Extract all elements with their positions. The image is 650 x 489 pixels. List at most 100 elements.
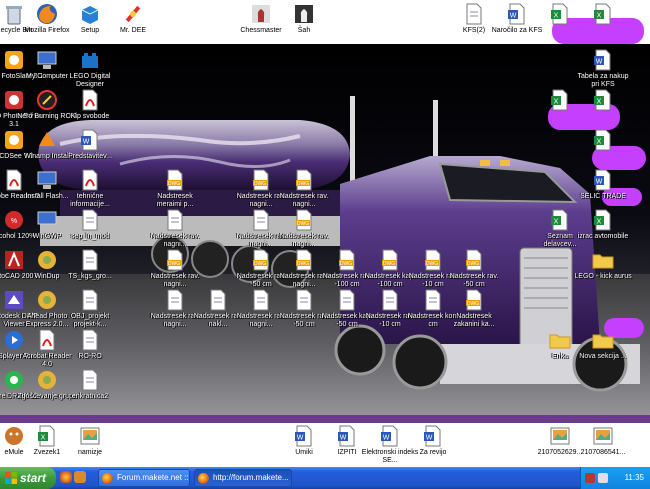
enka-icon [549, 334, 571, 349]
desktop-icon[interactable]: Kip svobode [60, 88, 120, 121]
desktop-icon-label: Naročilo za KFS [491, 27, 543, 34]
svg-text:DWG: DWG [168, 181, 180, 187]
desktop-icon[interactable]: W SELIĆ TRADE [573, 168, 633, 201]
desktop-icon[interactable]: LEGO - kick aurus [573, 248, 633, 281]
excel-top-2-icon: X [594, 3, 611, 25]
start-button[interactable]: start [0, 467, 56, 489]
svg-text:X: X [554, 13, 559, 20]
excel-top-1-icon: X [551, 3, 568, 25]
lego-digital-designer-icon [82, 53, 98, 68]
desktop-icon-label: Nadstresek zakanini ka... [453, 313, 495, 328]
taskbar-button-forum[interactable]: Forum.makete.net :: ... [98, 469, 190, 487]
desktop-icon-label: Predstavitev... [68, 153, 112, 160]
my-computer-icon [37, 51, 57, 69]
tray-antivirus-icon[interactable] [585, 473, 595, 483]
desktop-icon[interactable]: W Tabela za nakup pri KFS [573, 48, 633, 89]
desktop-icon[interactable]: tehnične informacije... [60, 168, 120, 209]
svg-text:X: X [597, 13, 602, 20]
desktop-icon[interactable]: 2107086541... [573, 424, 633, 457]
desktop-icon[interactable]: sep_ln_mod [60, 208, 120, 241]
svg-text:DWG: DWG [467, 301, 479, 307]
firefox-icon [37, 4, 57, 24]
desktop-icon-label: RO-RO [78, 353, 102, 360]
desktop-icon-label: Za revijo [419, 449, 447, 456]
desktop-icon[interactable]: TS_kgs_gro... [60, 248, 120, 281]
nadstresek-10-icon: DWG [339, 249, 355, 271]
svg-text:W: W [297, 435, 304, 442]
desktop-icon[interactable]: DWG Nadstresek meraimi p... [145, 168, 205, 209]
desktop-icon[interactable]: DWG Nadstresek rav. -50 cm [444, 248, 504, 289]
svg-text:X: X [41, 435, 46, 442]
desktop-icon-label: Nadstresek rav. -50 cm [449, 273, 499, 288]
zvezek1-icon: X [38, 425, 55, 447]
nova-icon [592, 334, 614, 349]
windows-logo-icon [5, 472, 17, 484]
svg-text:DWG: DWG [426, 261, 438, 267]
desktop-icon[interactable]: DWG Nadstresek rav. nagni... [274, 208, 334, 249]
nadstresek-16-icon [253, 289, 269, 311]
svg-text:W: W [340, 435, 347, 442]
tray-network-icon[interactable] [598, 473, 608, 483]
desktop-icon[interactable]: W Predstavitev... [60, 128, 120, 161]
desktop-icon-label: SELIĆ TRADE [580, 193, 626, 200]
svg-text:X: X [597, 139, 602, 146]
desktop-icon[interactable]: Nova sekcija ... [573, 328, 633, 361]
desktop-icon-label: Nadstresek meraimi p... [156, 193, 194, 208]
taskbar: start Forum.makete.net :: ... http://for… [0, 467, 650, 489]
desktop-icon[interactable]: X [573, 88, 633, 113]
desktop-icon-label: LEGO Digital Designer [69, 73, 111, 88]
nadstresek-4-icon [167, 209, 183, 231]
desktop-icon-label: LEGO - kick aurus [574, 273, 632, 280]
mr-dee-icon [125, 5, 141, 23]
nadstresek-21-icon: DWG [466, 289, 482, 311]
zgostitev-icon [38, 371, 56, 389]
desktop-icon-label: Tabela za nakup pri KFS [577, 73, 629, 88]
svg-text:W: W [510, 13, 517, 20]
svg-text:DWG: DWG [297, 221, 309, 227]
sah-icon [295, 5, 313, 23]
nadstresek-9-icon: DWG [296, 249, 312, 271]
desktop-icon[interactable]: enkratnica2 [60, 368, 120, 401]
desktop-icon[interactable]: X [573, 2, 633, 27]
desktop-icon[interactable]: DWG Nadstresek rav. nagni... [274, 168, 334, 209]
desktop-icon[interactable]: X [573, 128, 633, 153]
desktop-icon[interactable]: Nadstresek rav. nagni... [145, 208, 205, 249]
quick-launch-firefox-icon[interactable] [60, 471, 72, 483]
desktop-icon[interactable]: RO-RO [60, 328, 120, 361]
wingwp-icon [37, 211, 57, 229]
desktop-icon[interactable]: Xizrac avtomobile [573, 208, 633, 241]
desktop-icon[interactable]: Mr. DEE [103, 2, 163, 35]
flash-install-icon [37, 171, 57, 189]
tehnicne-icon [82, 169, 98, 191]
quick-launch-emule-icon[interactable] [74, 471, 86, 483]
za-revijo-icon: W [424, 425, 441, 447]
nadstresek-14-icon [167, 289, 183, 311]
predstavitev-icon: W [81, 129, 98, 151]
tray-clock[interactable]: 11:35 [625, 467, 644, 489]
acrobat-reader-icon [39, 329, 55, 351]
desktop-icon-label: Nadstresek rav. nagni... [279, 193, 329, 208]
desktop-icon[interactable]: Šah [274, 2, 334, 35]
kip-svobode-icon [82, 89, 98, 111]
desktop-icon[interactable]: OBJ_projekt projekt-k... [60, 288, 120, 329]
desktop-icon-label: Nadstresek rav. nagni... [150, 233, 200, 248]
windup-icon [38, 251, 56, 269]
svg-text:W: W [596, 179, 603, 186]
desktop-icon[interactable]: namizje [60, 424, 120, 457]
taskbar-button-forum-active[interactable]: http://forum.makete... [194, 469, 292, 487]
system-tray: 11:35 [580, 467, 650, 489]
svg-text:DWG: DWG [254, 181, 266, 187]
svg-text:X: X [554, 99, 559, 106]
desktop-icon-label: Mr. DEE [119, 27, 147, 34]
svg-text:DWG: DWG [383, 261, 395, 267]
desktop-icon[interactable]: DWG Nadstresek zakanini ka... [444, 288, 504, 329]
desktop-icon[interactable]: LEGO Digital Designer [60, 48, 120, 89]
nero-burning-icon [37, 90, 57, 110]
chessmaster-icon [252, 5, 270, 23]
nadstresek-20-icon [425, 289, 441, 311]
desktop-icon[interactable]: W Za revijo [403, 424, 463, 457]
desktop-icon[interactable]: DWG Nadstresek rav. nagni... [145, 248, 205, 289]
excel-right-1-icon: X [551, 89, 568, 111]
izpiti-icon: W [338, 425, 355, 447]
enkratnica-icon [82, 369, 98, 391]
